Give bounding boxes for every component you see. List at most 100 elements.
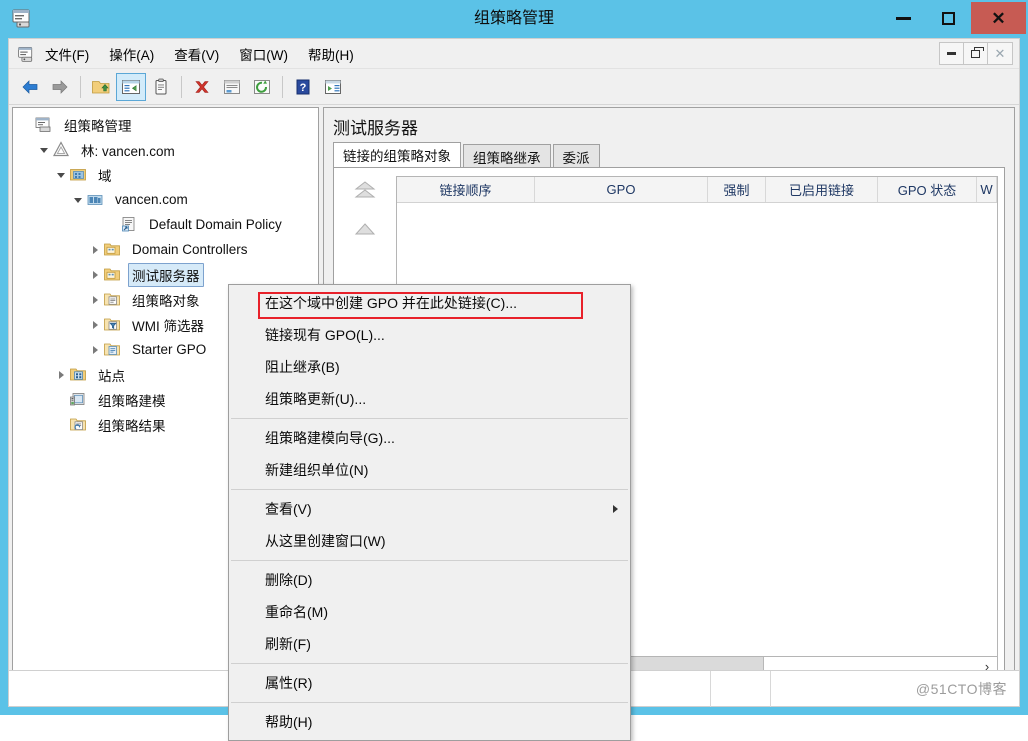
tab-strip: 链接的组策略对象 组策略继承 委派 <box>333 142 602 168</box>
maximize-icon <box>942 11 955 25</box>
tree-node-label: 域 <box>98 168 112 184</box>
ctx-rename[interactable]: 重命名(M) <box>229 596 630 628</box>
menu-help[interactable]: 帮助(H) <box>298 40 364 68</box>
tab-gp-inheritance[interactable]: 组策略继承 <box>463 144 551 168</box>
expand-arrow-icon[interactable] <box>87 287 103 312</box>
window-controls: ✕ <box>881 2 1026 34</box>
tab-delegation[interactable]: 委派 <box>552 144 600 168</box>
tree-node-label: 组策略结果 <box>98 418 166 434</box>
folder-up-icon <box>92 80 110 93</box>
ctx-gp-modeling-wizard[interactable]: 组策略建模向导(G)... <box>229 422 630 454</box>
column-header[interactable]: 已启用链接 <box>766 177 878 202</box>
back-button[interactable] <box>15 73 45 101</box>
toolbar-separator <box>181 75 182 98</box>
chevron-right-icon <box>92 270 98 279</box>
maximize-button[interactable] <box>926 2 971 34</box>
tree-node[interactable]: Default Domain Policy <box>13 212 318 237</box>
properties-button[interactable] <box>217 73 247 101</box>
domain-icon <box>86 191 106 209</box>
column-header[interactable]: 强制 <box>708 177 766 202</box>
collapse-arrow-icon[interactable] <box>36 137 52 162</box>
window-title: 组策略管理 <box>473 10 554 27</box>
gp-modeling-icon <box>70 392 85 405</box>
column-header[interactable]: GPO 状态 <box>878 177 977 202</box>
ctx-link-existing-gpo[interactable]: 链接现有 GPO(L)... <box>229 319 630 351</box>
ctx-new-ou[interactable]: 新建组织单位(N) <box>229 454 630 486</box>
chevron-right-icon <box>92 295 98 304</box>
ctx-delete[interactable]: 删除(D) <box>229 564 630 596</box>
domains-icon <box>70 168 86 180</box>
menu-window[interactable]: 窗口(W) <box>229 40 298 68</box>
expand-arrow-icon[interactable] <box>87 262 103 287</box>
expand-arrow-icon[interactable] <box>87 337 103 362</box>
inner-window-controls: ✕ <box>939 42 1013 65</box>
menu-separator <box>231 560 628 561</box>
tree-node-label: Domain Controllers <box>132 242 248 257</box>
wmi-filter-icon <box>103 316 123 334</box>
up-folder-button[interactable] <box>86 73 116 101</box>
double-up-arrow-icon <box>354 181 376 198</box>
collapse-arrow-icon[interactable] <box>53 162 69 187</box>
properties-clipboard-button[interactable] <box>146 73 176 101</box>
export-list-button[interactable] <box>318 73 348 101</box>
inner-close-button[interactable]: ✕ <box>988 43 1012 64</box>
menu-file[interactable]: 文件(F) <box>35 40 99 68</box>
help-button[interactable]: ? <box>288 73 318 101</box>
ctx-view[interactable]: 查看(V) <box>229 493 630 525</box>
menu-bar: 文件(F) 操作(A) 查看(V) 窗口(W) 帮助(H) ✕ <box>9 39 1019 69</box>
console-tree-icon <box>122 79 140 94</box>
group-policy-management-window: 组策略管理 ✕ 文件(F) 操作(A) 查看(V) 窗口(W) 帮助(H) ✕ … <box>0 0 1028 741</box>
collapse-arrow-icon[interactable] <box>70 187 86 212</box>
move-up-button[interactable] <box>347 216 383 242</box>
ou-icon <box>104 243 120 255</box>
tree-node[interactable]: 林: vancen.com <box>13 137 318 162</box>
ctx-properties[interactable]: 属性(R) <box>229 667 630 699</box>
ctx-refresh[interactable]: 刷新(F) <box>229 628 630 660</box>
ctx-create-gpo-and-link[interactable]: 在这个域中创建 GPO 并在此处链接(C)... <box>229 287 630 319</box>
link-order-buttons <box>342 178 388 242</box>
properties-window-icon <box>224 79 240 94</box>
tree-node[interactable]: vancen.com <box>13 187 318 212</box>
ou-icon <box>103 241 123 259</box>
tab-linked-gpos[interactable]: 链接的组策略对象 <box>333 142 461 168</box>
sites-icon <box>69 366 89 384</box>
column-header[interactable]: GPO <box>535 177 708 202</box>
ctx-group-policy-update[interactable]: 组策略更新(U)... <box>229 383 630 415</box>
chevron-right-icon <box>92 320 98 329</box>
mmc-console-icon <box>35 117 51 132</box>
menu-view[interactable]: 查看(V) <box>164 40 229 68</box>
minimize-button[interactable] <box>881 2 926 34</box>
expand-arrow-icon[interactable] <box>53 362 69 387</box>
move-to-top-button[interactable] <box>347 178 383 204</box>
submenu-arrow-icon <box>613 505 618 513</box>
ctx-help[interactable]: 帮助(H) <box>229 706 630 738</box>
gpo-link-icon <box>120 216 140 234</box>
gp-results-icon <box>69 416 89 434</box>
domain-icon <box>87 194 103 205</box>
show-hide-tree-button[interactable] <box>116 72 146 101</box>
clipboard-icon <box>155 78 167 94</box>
expand-arrow-icon[interactable] <box>87 237 103 262</box>
tree-node[interactable]: 组策略管理 <box>13 112 318 137</box>
ctx-new-window-from-here[interactable]: 从这里创建窗口(W) <box>229 525 630 557</box>
column-header[interactable]: 链接顺序 <box>397 177 535 202</box>
chevron-down-icon <box>74 198 82 203</box>
delete-button[interactable] <box>187 73 217 101</box>
gpo-link-icon <box>122 216 135 231</box>
column-header[interactable]: W <box>977 177 997 202</box>
forest-icon <box>52 140 72 159</box>
inner-restore-button[interactable] <box>964 43 988 64</box>
listview-header: 链接顺序 GPO 强制 已启用链接 GPO 状态 W <box>397 177 997 203</box>
tree-node-label: Starter GPO <box>132 342 207 357</box>
menu-action[interactable]: 操作(A) <box>99 40 164 68</box>
tree-node[interactable]: 域 <box>13 162 318 187</box>
refresh-button[interactable] <box>247 73 277 101</box>
status-segment-4 <box>771 671 911 707</box>
tree-node[interactable]: Domain Controllers <box>13 237 318 262</box>
ctx-block-inheritance[interactable]: 阻止继承(B) <box>229 351 630 383</box>
close-icon: ✕ <box>994 46 1006 61</box>
expand-arrow-icon[interactable] <box>87 312 103 337</box>
inner-minimize-button[interactable] <box>940 43 964 64</box>
close-button[interactable]: ✕ <box>971 2 1026 34</box>
forward-button[interactable] <box>45 73 75 101</box>
